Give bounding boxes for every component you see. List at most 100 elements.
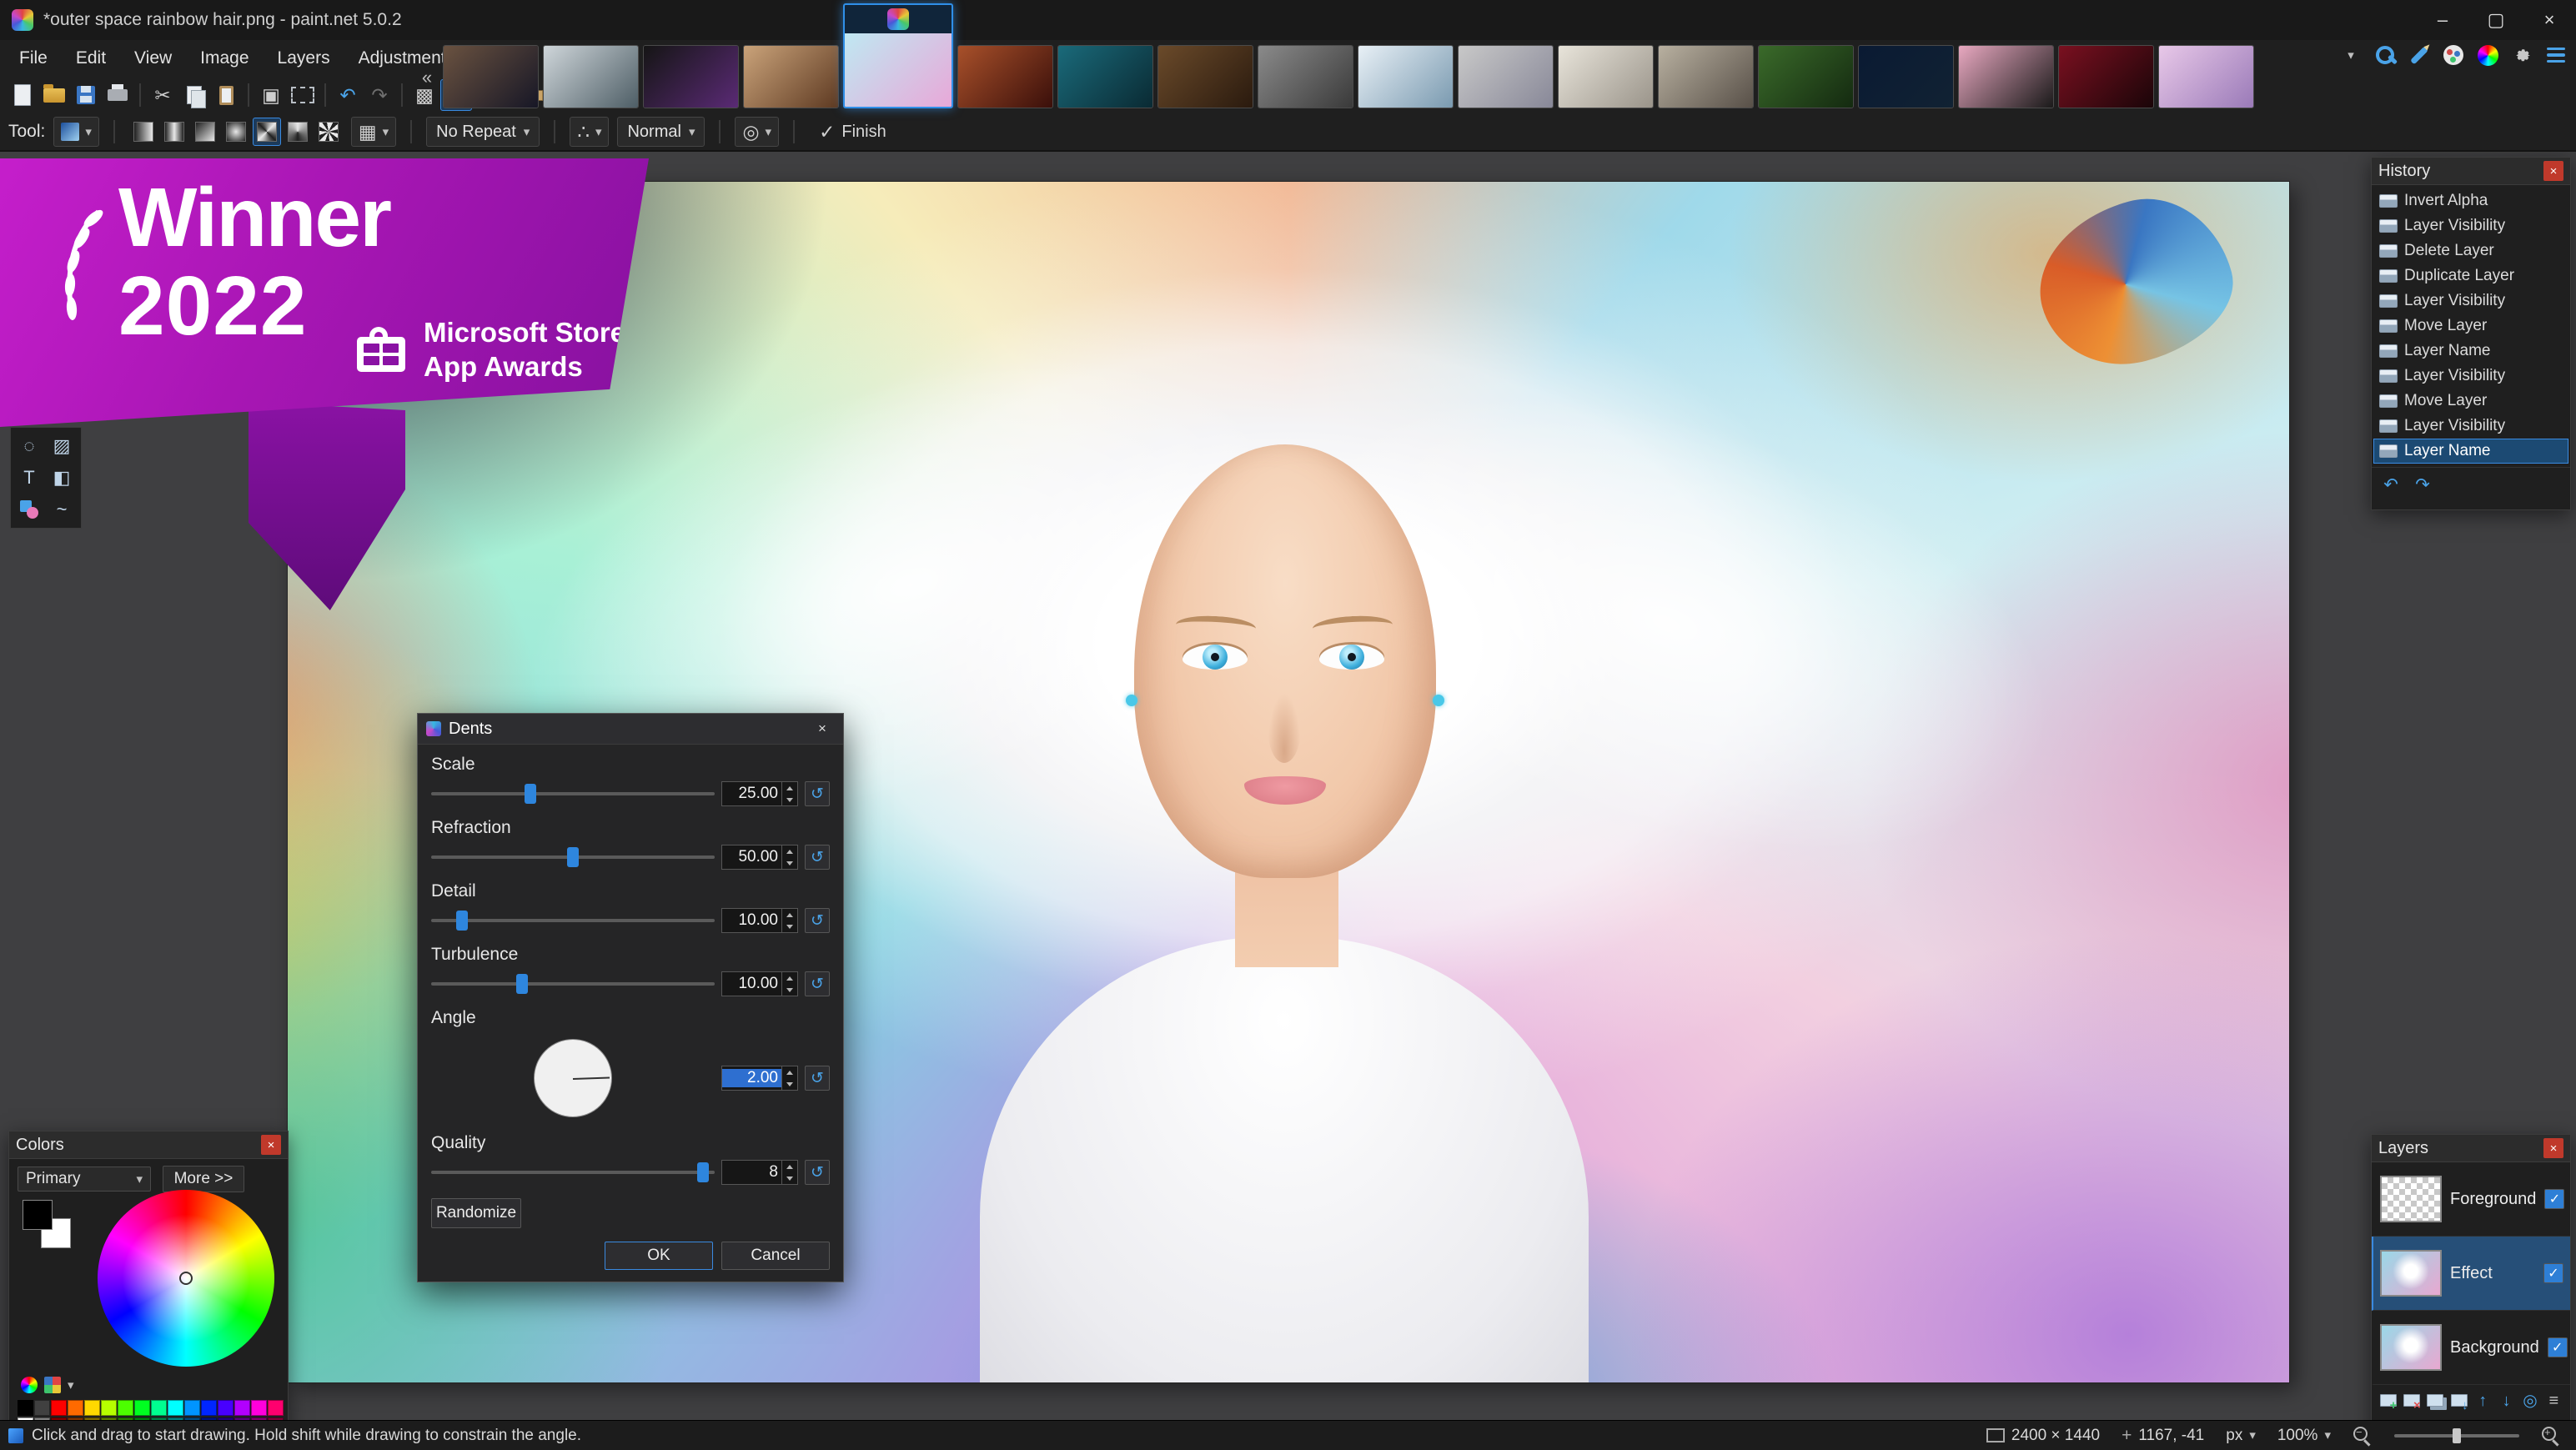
spinner-buttons[interactable] (781, 782, 797, 805)
history-item[interactable]: Move Layer (2373, 314, 2568, 339)
gradient-mode-diamond[interactable] (253, 118, 281, 146)
palette-swatch[interactable] (268, 1400, 284, 1416)
close-button[interactable]: × (2523, 0, 2576, 40)
palette-mini-icon[interactable] (44, 1377, 61, 1393)
image-tab-ship-sepia[interactable] (1157, 45, 1253, 108)
spinner-buttons[interactable] (781, 845, 797, 869)
slider-thumb[interactable] (516, 974, 528, 994)
layer-visible-checkbox[interactable]: ✓ (2548, 1337, 2568, 1357)
image-tab-crowd[interactable] (1458, 45, 1554, 108)
history-item[interactable]: Delete Layer (2373, 238, 2568, 263)
zoom-in-icon[interactable]: + (2541, 1426, 2561, 1446)
image-tab-rainbow-on-black[interactable] (643, 45, 739, 108)
save-file-button[interactable] (70, 79, 102, 111)
menu-layers[interactable]: Layers (264, 40, 344, 77)
pencil-icon[interactable] (2408, 43, 2431, 67)
history-item[interactable]: Layer Visibility (2373, 288, 2568, 314)
palette-swatch[interactable] (84, 1400, 100, 1416)
copy-button[interactable] (178, 79, 210, 111)
quality-value[interactable]: 8 (721, 1160, 798, 1185)
units-dropdown[interactable]: px ▾ (2226, 1427, 2256, 1445)
layer-row-background[interactable]: Background✓ (2372, 1311, 2570, 1385)
quality-slider[interactable] (431, 1158, 715, 1187)
antialiasing-button[interactable]: ◎ ▾ (735, 117, 779, 147)
redo-button[interactable]: ↷ (2410, 473, 2435, 496)
color-target-dropdown[interactable]: Primary ▾ (18, 1167, 151, 1192)
close-icon[interactable]: × (2543, 1138, 2563, 1158)
close-icon[interactable]: × (2543, 161, 2563, 181)
layer-visible-checkbox[interactable]: ✓ (2543, 1263, 2563, 1283)
slider-thumb[interactable] (697, 1162, 709, 1182)
palette-swatch[interactable] (134, 1400, 150, 1416)
history-item[interactable]: Layer Name (2373, 439, 2568, 464)
slider-thumb[interactable] (567, 847, 579, 867)
palette-swatch[interactable] (234, 1400, 250, 1416)
minimize-button[interactable]: – (2416, 0, 2469, 40)
close-icon[interactable]: × (261, 1135, 281, 1155)
zoom-out-icon[interactable]: − (2353, 1426, 2373, 1446)
spinner-up-icon[interactable] (782, 909, 797, 921)
move-layer-up-icon[interactable]: ↑ (2473, 1389, 2493, 1412)
spinner-down-icon[interactable] (782, 857, 797, 869)
color-wheel[interactable] (98, 1190, 274, 1367)
spinner-up-icon[interactable] (782, 1161, 797, 1172)
history-item[interactable]: Move Layer (2373, 389, 2568, 414)
primary-color-swatch[interactable] (23, 1200, 53, 1230)
gradient-mode-spiral[interactable] (314, 118, 343, 146)
rotate-zoom-icon[interactable]: ◎ (2520, 1389, 2539, 1412)
palette-swatch[interactable] (68, 1400, 83, 1416)
finish-button[interactable]: ✓ Finish (809, 118, 896, 146)
angle-value[interactable]: 2.00 (721, 1066, 798, 1091)
layer-visible-checkbox[interactable]: ✓ (2544, 1189, 2564, 1209)
spinner-down-icon[interactable] (782, 1172, 797, 1184)
palette-swatch[interactable] (151, 1400, 167, 1416)
spinner-up-icon[interactable] (782, 972, 797, 984)
spinner-up-icon[interactable] (782, 1066, 797, 1078)
history-item[interactable]: Layer Visibility (2373, 213, 2568, 238)
repeat-mode-dropdown[interactable]: No Repeat ▾ (426, 117, 540, 147)
palette-swatch[interactable] (184, 1400, 200, 1416)
merge-down-icon[interactable]: ↓ (2449, 1389, 2468, 1412)
image-tab-night-city[interactable] (1057, 45, 1153, 108)
palette-swatch[interactable] (218, 1400, 233, 1416)
blend-mode-dropdown[interactable]: Normal ▾ (617, 117, 705, 147)
color-picker-icon[interactable]: ◌ (14, 431, 44, 461)
paste-button[interactable] (210, 79, 242, 111)
print-button[interactable] (102, 79, 133, 111)
redo-button[interactable]: ↷ (364, 79, 395, 111)
gradient-tool-icon[interactable]: ◧ (47, 463, 77, 493)
close-icon[interactable]: × (810, 718, 835, 740)
menu-edit[interactable]: Edit (62, 40, 120, 77)
image-tab-rose-red[interactable] (2058, 45, 2154, 108)
undo-button[interactable]: ↶ (332, 79, 364, 111)
palette-swatch[interactable] (101, 1400, 117, 1416)
slider-thumb[interactable] (525, 784, 536, 804)
randomize-button[interactable]: Randomize (431, 1198, 521, 1228)
turbulence-slider[interactable] (431, 970, 715, 998)
image-tab-wolf[interactable] (1258, 45, 1353, 108)
scale-reset-button[interactable]: ↺ (805, 781, 830, 806)
image-tab-swan-pink[interactable] (1958, 45, 2054, 108)
gradient-mode-radial[interactable] (222, 118, 250, 146)
palette-swatch[interactable] (118, 1400, 133, 1416)
delete-layer-icon[interactable]: × (2402, 1389, 2421, 1412)
history-item[interactable]: Layer Name (2373, 339, 2568, 364)
detail-reset-button[interactable]: ↺ (805, 908, 830, 933)
image-tab-snow-mountain[interactable] (1358, 45, 1454, 108)
collapse-thumbnails-button[interactable]: « (415, 47, 439, 108)
zoom-slider-thumb[interactable] (2453, 1428, 2461, 1443)
more-button[interactable]: More >> (163, 1166, 244, 1192)
image-tab-night-sea[interactable] (1858, 45, 1954, 108)
history-item[interactable]: Layer Visibility (2373, 364, 2568, 389)
gradient-channels-button[interactable]: ▦ ▾ (351, 117, 396, 147)
image-tab-museum[interactable] (1658, 45, 1754, 108)
line-curve-tool-icon[interactable]: ~ (47, 494, 77, 524)
gradient-mode-linear[interactable] (129, 118, 158, 146)
image-tab-portrait-dark[interactable] (443, 45, 539, 108)
history-item[interactable]: Layer Visibility (2373, 414, 2568, 439)
add-layer-icon[interactable]: + (2378, 1389, 2398, 1412)
menu-icon[interactable] (2544, 43, 2568, 67)
palette-swatch[interactable] (18, 1400, 33, 1416)
refraction-reset-button[interactable]: ↺ (805, 845, 830, 870)
zoom-dropdown[interactable]: 100% ▾ (2277, 1427, 2331, 1445)
